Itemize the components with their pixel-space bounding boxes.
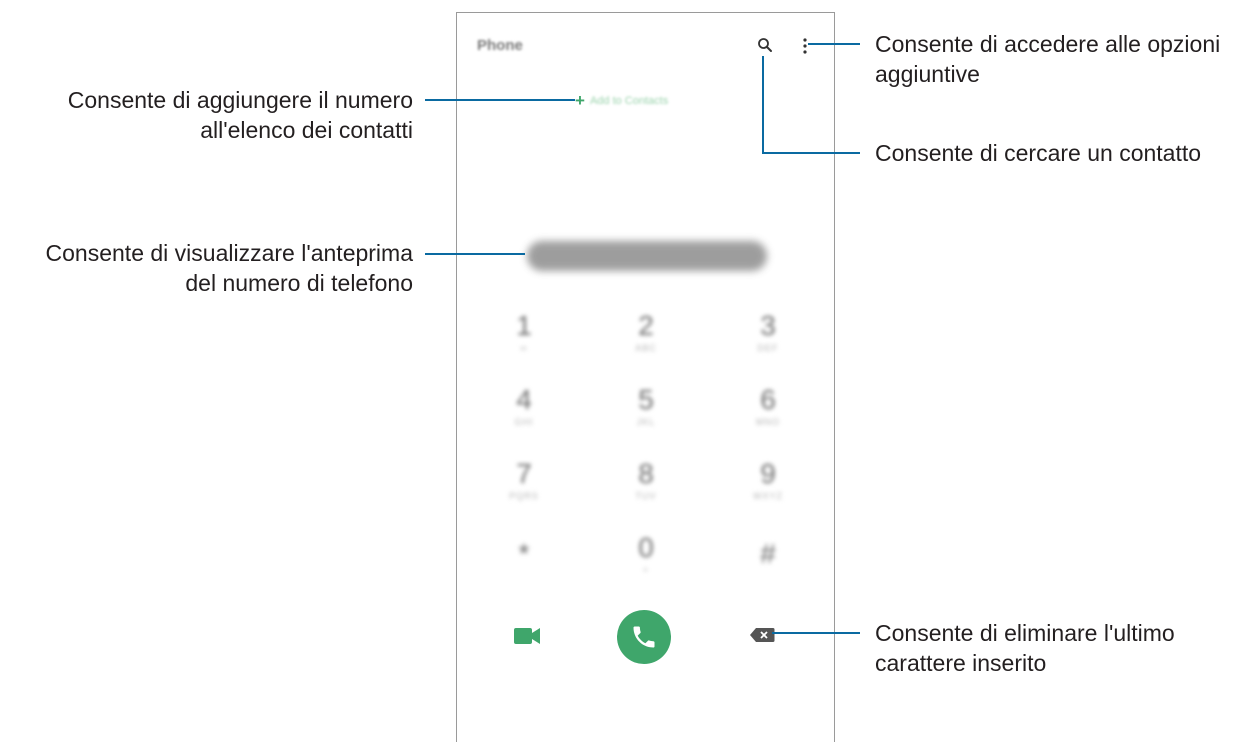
key-1[interactable]: 1 ∞: [494, 311, 554, 355]
search-icon[interactable]: [757, 37, 773, 53]
video-call-icon[interactable]: [513, 625, 541, 647]
callout-line-preview: [425, 253, 525, 255]
callout-line-search-horizontal: [762, 152, 860, 154]
phone-call-icon: [633, 626, 655, 648]
add-to-contacts-label: Add to Contacts: [589, 95, 669, 107]
key-hash[interactable]: #: [738, 539, 798, 569]
callout-preview: Consente di visualizzare l'anteprima del…: [45, 240, 413, 296]
key-7[interactable]: 7 PQRS: [494, 459, 554, 503]
key-3[interactable]: 3 DEF: [738, 311, 798, 355]
callout-line-add-contact: [425, 99, 575, 101]
key-8[interactable]: 8 TUV: [616, 459, 676, 503]
key-6[interactable]: 6 MNO: [738, 385, 798, 429]
plus-icon: +: [575, 91, 585, 110]
call-button[interactable]: [617, 610, 671, 664]
more-options-icon[interactable]: [802, 37, 808, 55]
number-preview: [527, 241, 767, 271]
key-5[interactable]: 5 JKL: [616, 385, 676, 429]
key-star[interactable]: *: [494, 539, 554, 569]
callout-line-search-vertical: [762, 56, 764, 154]
app-title: Phone: [477, 37, 523, 54]
add-to-contacts-button[interactable]: + Add to Contacts: [575, 91, 668, 111]
callout-search: Consente di cercare un contatto: [875, 140, 1202, 166]
callout-line-delete: [772, 632, 860, 634]
callout-more-options: Consente di accedere alle opzioni aggiun…: [875, 31, 1221, 87]
key-2[interactable]: 2 ABC: [616, 311, 676, 355]
key-4[interactable]: 4 GHI: [494, 385, 554, 429]
callout-add-contact: Consente di aggiungere il numero all'ele…: [67, 87, 413, 143]
backspace-icon[interactable]: [749, 627, 775, 643]
key-9[interactable]: 9 WXYZ: [738, 459, 798, 503]
callout-line-more: [808, 43, 860, 45]
callout-delete: Consente di eliminare l'ultimo carattere…: [875, 620, 1175, 676]
key-0[interactable]: 0 +: [616, 533, 676, 577]
